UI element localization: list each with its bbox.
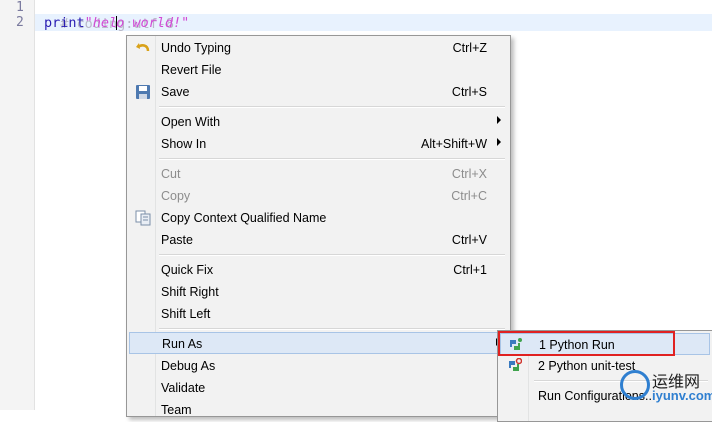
code-keyword: print bbox=[44, 15, 85, 31]
line-number-gutter: 1 2 bbox=[0, 0, 35, 410]
code-string-part: o world!" bbox=[116, 15, 190, 31]
menu-separator bbox=[159, 106, 505, 108]
copy-qualified-icon bbox=[135, 210, 151, 226]
menu-item-shift-right[interactable]: Shift Right bbox=[129, 281, 507, 303]
menu-item-paste[interactable]: Paste Ctrl+V bbox=[129, 229, 507, 251]
menu-item-copy[interactable]: Copy Ctrl+C bbox=[129, 185, 507, 207]
watermark-logo-icon bbox=[620, 370, 650, 400]
annotation-highlight-box bbox=[498, 331, 675, 356]
menu-item-debug-as[interactable]: Debug As bbox=[129, 355, 507, 377]
menu-item-save[interactable]: Save Ctrl+S bbox=[129, 81, 507, 103]
code-string-part: "hel bbox=[84, 15, 118, 31]
context-menu: Undo Typing Ctrl+Z Revert File Save Ctrl… bbox=[126, 35, 511, 417]
menu-item-open-with[interactable]: Open With bbox=[129, 111, 507, 133]
site-watermark: 运维网 iyunv.com bbox=[612, 364, 712, 410]
code-line-2[interactable]: print"helo world!" bbox=[44, 15, 189, 31]
floppy-disk-icon bbox=[136, 85, 150, 99]
submenu-arrow-icon bbox=[497, 116, 501, 124]
menu-separator bbox=[159, 254, 505, 256]
menu-item-shift-left[interactable]: Shift Left bbox=[129, 303, 507, 325]
menu-item-quick-fix[interactable]: Quick Fix Ctrl+1 bbox=[129, 259, 507, 281]
python-unittest-icon bbox=[509, 358, 522, 371]
menu-item-run-as[interactable]: Run As bbox=[129, 332, 507, 354]
line-number: 2 bbox=[16, 15, 24, 30]
menu-item-team[interactable]: Team bbox=[129, 399, 507, 421]
menu-item-validate[interactable]: Validate bbox=[129, 377, 507, 399]
submenu-arrow-icon bbox=[497, 138, 501, 146]
menu-separator bbox=[159, 328, 505, 330]
line-number: 1 bbox=[16, 0, 24, 15]
menu-item-cut[interactable]: Cut Ctrl+X bbox=[129, 163, 507, 185]
undo-icon bbox=[136, 43, 150, 52]
menu-separator bbox=[159, 158, 505, 160]
menu-item-show-in[interactable]: Show In Alt+Shift+W bbox=[129, 133, 507, 155]
menu-item-revert-file[interactable]: Revert File bbox=[129, 59, 507, 81]
menu-item-undo-typing[interactable]: Undo Typing Ctrl+Z bbox=[129, 37, 507, 59]
menu-item-copy-qualified-name[interactable]: Copy Context Qualified Name bbox=[129, 207, 507, 229]
